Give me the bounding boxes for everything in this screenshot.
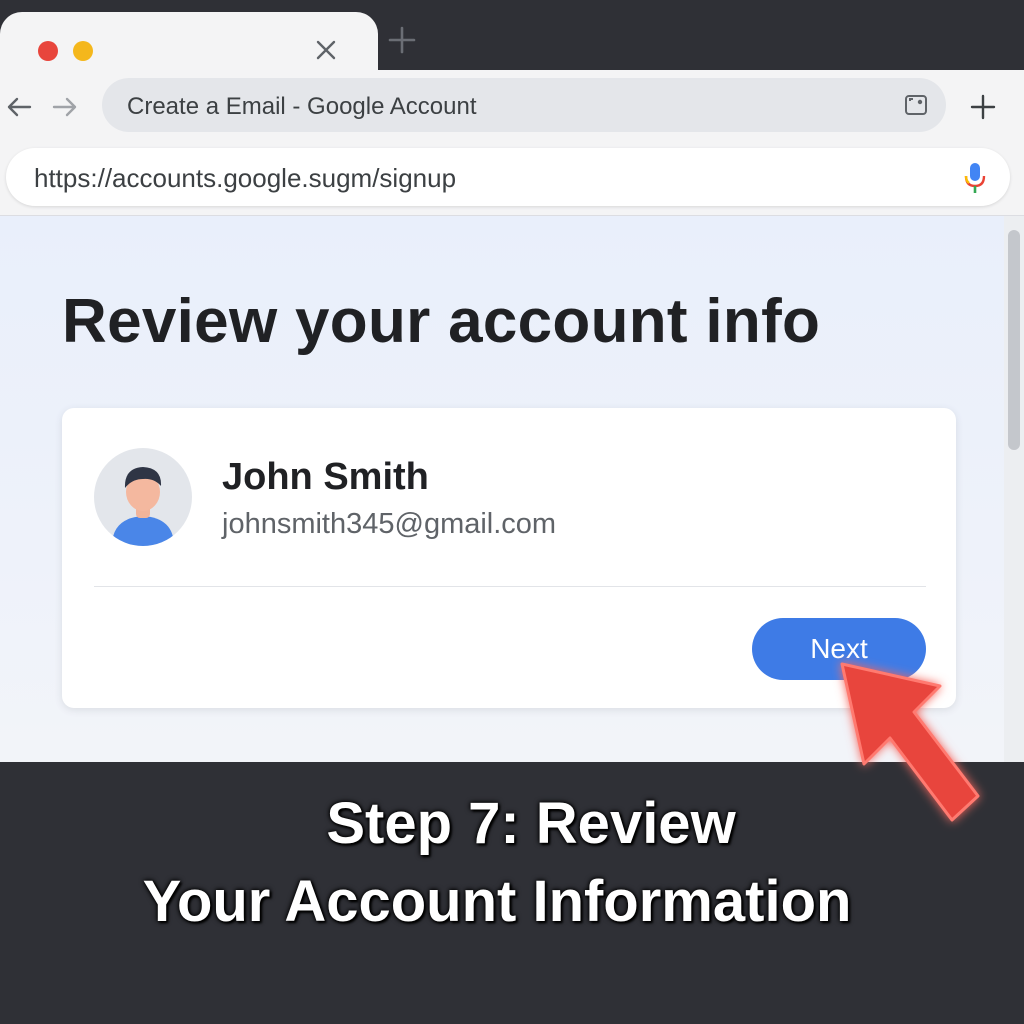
close-icon[interactable] (312, 36, 340, 64)
scrollbar[interactable] (1004, 216, 1024, 762)
caption-step-subtitle: Your Account Information (142, 869, 852, 934)
account-card: John Smith johnsmith345@gmail.com Next (62, 408, 956, 708)
plus-icon[interactable] (964, 88, 1002, 126)
window-minimize-dot[interactable] (73, 41, 93, 61)
user-avatar-icon (112, 467, 174, 546)
next-button[interactable]: Next (752, 618, 926, 680)
arrow-right-icon[interactable] (48, 90, 82, 124)
window-close-dot[interactable] (38, 41, 58, 61)
browser-toolbar: Create a Email - Google Account https://… (0, 70, 1024, 216)
arrow-left-icon[interactable] (2, 90, 36, 124)
tab-title: Create a Email - Google Account (127, 93, 477, 120)
account-name: John Smith (222, 456, 429, 498)
caption-step-title: Step 7: Review (326, 791, 736, 856)
avatar (94, 448, 192, 546)
new-tab-plus-icon[interactable] (386, 24, 418, 56)
divider (94, 586, 926, 587)
page-viewport: Review your account info John Smith john… (0, 216, 1004, 762)
address-bar[interactable]: https://accounts.google.sugm/signup (6, 148, 1010, 206)
microphone-icon[interactable] (964, 162, 986, 194)
url-text[interactable]: https://accounts.google.sugm/signup (34, 163, 456, 194)
scrollbar-thumb[interactable] (1008, 230, 1020, 450)
browser-tab[interactable] (0, 12, 378, 74)
tab-strip (0, 0, 1024, 74)
screenshot-icon[interactable] (902, 91, 930, 119)
account-email: johnsmith345@gmail.com (222, 508, 557, 540)
tab-title-bar[interactable]: Create a Email - Google Account (102, 78, 946, 132)
caption-band: Step 7: Review Your Account Information (0, 762, 1024, 1024)
page-title: Review your account info (62, 287, 821, 356)
